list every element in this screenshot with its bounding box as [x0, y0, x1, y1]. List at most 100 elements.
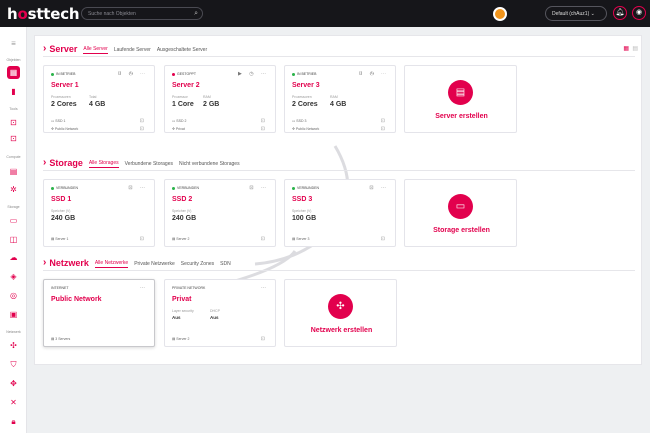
server-card[interactable]: IN BETRIEB ⌷ ◷ ⋯ Server 3 Prozessoren 2 … [284, 65, 396, 133]
cpu-icon[interactable]: ✲ [7, 183, 20, 196]
card-actions-icon[interactable]: ⊡ ⋯ [128, 185, 148, 191]
server-link[interactable]: ▤ Server 3 [292, 237, 310, 241]
sidebar-category-tools: Tools [9, 107, 18, 111]
create-network-label: Netzwerk erstellen [310, 327, 373, 334]
lock-icon[interactable]: 🔒︎ [7, 415, 20, 428]
section-title-storage: Storage [49, 158, 83, 168]
chevron-right-icon: › [43, 157, 47, 168]
storage-card[interactable]: VERBUNDEN ⊡ ⋯ SSD 1 Speicher (V) 240 GB … [43, 179, 155, 247]
storage-card[interactable]: VERBUNDEN ⊡ ⋯ SSD 2 Speicher (V) 240 GB … [164, 179, 276, 247]
storage-card[interactable]: VERBUNDEN ⊡ ⋯ SSD 3 Speicher (V) 100 GB … [284, 179, 396, 247]
card-actions-icon[interactable]: ⌷ ◷ ⋯ [359, 71, 389, 77]
cpu-value: 2 Cores [51, 101, 77, 108]
card-actions-icon[interactable]: ⊡ ⋯ [249, 185, 269, 191]
network-link[interactable]: ✣ Privat [172, 127, 185, 131]
section-header-server: › Server Alle Server Laufende Server Aus… [43, 40, 213, 54]
link-icon[interactable]: ⊡ [261, 126, 265, 132]
tab-connected-storages[interactable]: Verbundene Storages [125, 161, 173, 168]
logo[interactable]: hosttech [7, 5, 80, 23]
server-link[interactable]: ▤ Server 1 [51, 237, 69, 241]
project-selector[interactable]: Default (chAuz1) ⌄ [545, 6, 607, 21]
server-name[interactable]: Server 2 [172, 82, 200, 89]
chevron-right-icon: › [43, 43, 47, 54]
tab-all-servers[interactable]: Alle Server [83, 46, 108, 54]
tab-running-servers[interactable]: Laufende Server [114, 47, 151, 54]
server-link[interactable]: ▤ Server 2 [172, 237, 190, 241]
card-actions-icon[interactable]: ▶ ◷ ⋯ [238, 71, 269, 77]
disk-icon[interactable]: ◎ [7, 289, 20, 302]
storage-link[interactable]: ▭ SSD 2 [172, 119, 186, 123]
status-dot [51, 72, 54, 76]
list-view-icon[interactable]: ▤ [632, 45, 638, 52]
server-icon[interactable]: ▤ [7, 165, 20, 178]
tab-sdn[interactable]: SDN [220, 261, 231, 268]
network-card[interactable]: INTERNET ⋯ Public Network ▤ 3 Servers [43, 279, 155, 347]
size-label: Speicher (V) [51, 209, 71, 213]
backup-icon[interactable]: ◫ [7, 233, 20, 246]
bell-icon[interactable]: 🔔︎ [613, 6, 627, 20]
tab-private-networks[interactable]: Private Netzwerke [134, 261, 175, 268]
link-icon[interactable]: ⊡ [261, 336, 265, 342]
card-actions-icon[interactable]: ⊡ ⋯ [369, 185, 389, 191]
create-storage-button[interactable]: ▭ Storage erstellen [404, 179, 517, 247]
more-icon[interactable]: ⋯ [261, 285, 269, 291]
dashboard-icon[interactable]: ▦ [7, 66, 20, 79]
storage-icon[interactable]: ▭ [7, 214, 20, 227]
server-name[interactable]: Server 1 [51, 82, 79, 89]
link-icon[interactable]: ⊡ [381, 126, 385, 132]
network-name[interactable]: Privat [172, 296, 191, 303]
more-icon[interactable]: ⋯ [140, 285, 148, 291]
cloud-icon[interactable]: ☁ [7, 251, 20, 264]
user-icon[interactable]: ◉ [632, 6, 646, 20]
search-input[interactable]: Suche nach Objekten ⌕ [81, 7, 203, 20]
archive-icon[interactable]: ▣ [7, 308, 20, 321]
status-icon[interactable] [493, 7, 507, 21]
link-icon[interactable]: ⊡ [261, 118, 265, 124]
status-badge: VERBUNDEN [172, 186, 199, 190]
link-icon[interactable]: ⊡ [140, 126, 144, 132]
server-card[interactable]: GESTOPPT ▶ ◷ ⋯ Server 2 Prozessor 1 Core… [164, 65, 276, 133]
server-card[interactable]: IN BETRIEB ⌷ ◷ ⋯ Server 1 Prozessoren 2 … [43, 65, 155, 133]
card-actions-icon[interactable]: ⌷ ◷ ⋯ [118, 71, 148, 77]
storage-link[interactable]: ▭ SSD 1 [51, 119, 65, 123]
storage-link[interactable]: ▭ SSD 3 [292, 119, 306, 123]
network-name[interactable]: Public Network [51, 296, 102, 303]
storage-name[interactable]: SSD 3 [292, 196, 312, 203]
create-server-button[interactable]: ▤ Server erstellen [404, 65, 517, 133]
size-label: Speicher (V) [292, 209, 312, 213]
network-icon[interactable]: ✣ [7, 339, 20, 352]
link-icon[interactable]: ⊡ [140, 118, 144, 124]
link-icon[interactable]: ⊡ [261, 236, 265, 242]
dhcp-label: DHCP [210, 309, 220, 313]
network-link[interactable]: ✣ Public Network [51, 127, 78, 131]
link-icon[interactable]: ⊡ [381, 118, 385, 124]
storage-name[interactable]: SSD 1 [51, 196, 71, 203]
chevron-down-icon: ⌄ [590, 11, 595, 17]
tab-security-zones[interactable]: Security Zones [181, 261, 214, 268]
servers-link[interactable]: ▤ Server 2 [172, 337, 190, 341]
tools-icon-2[interactable]: ⊡ [7, 132, 20, 145]
tab-disconnected-storages[interactable]: Nicht verbundene Storages [179, 161, 240, 168]
create-network-button[interactable]: ✣ Netzwerk erstellen [284, 279, 397, 347]
tab-all-networks[interactable]: Alle Netzwerke [94, 260, 129, 268]
dhcp-value: Aus [210, 315, 219, 320]
firewall-icon[interactable]: ✕ [7, 396, 20, 409]
network-type: INTERNET [51, 286, 69, 290]
snapshot-icon[interactable]: ◈ [7, 270, 20, 283]
servers-link[interactable]: ▤ 3 Servers [51, 337, 70, 341]
tools-icon-1[interactable]: ⊡ [7, 116, 20, 129]
menu-icon[interactable]: ≡ [7, 37, 20, 50]
security-icon[interactable]: ⛉ [7, 358, 20, 371]
sdn-icon[interactable]: ✥ [7, 377, 20, 390]
grid-view-icon[interactable]: ▦ [623, 45, 629, 52]
server-name[interactable]: Server 3 [292, 82, 320, 89]
stats-icon[interactable]: ▮ [7, 85, 20, 98]
tab-all-storages[interactable]: Alle Storages [88, 160, 119, 168]
storage-name[interactable]: SSD 2 [172, 196, 192, 203]
tab-stopped-servers[interactable]: Ausgeschaltete Server [157, 47, 207, 54]
layer-security-label: Layer security [172, 309, 194, 313]
network-link[interactable]: ✣ Public Network [292, 127, 319, 131]
link-icon[interactable]: ⊡ [140, 236, 144, 242]
network-card[interactable]: PRIVATE NETWORK ⋯ Privat Layer security … [164, 279, 276, 347]
link-icon[interactable]: ⊡ [381, 236, 385, 242]
